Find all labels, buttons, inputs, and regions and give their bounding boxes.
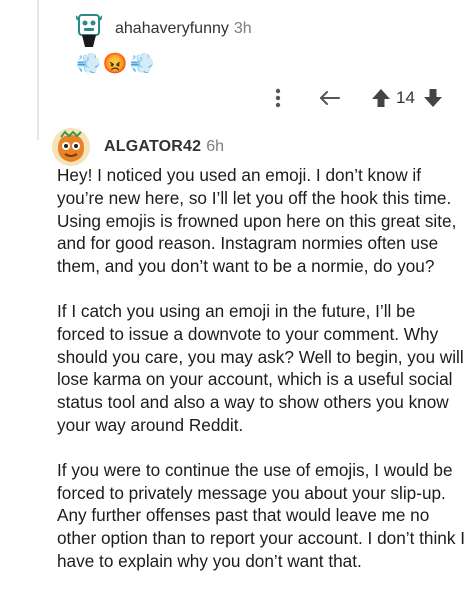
username[interactable]: ahahaveryfunny: [115, 20, 229, 37]
avatar[interactable]: [52, 128, 90, 166]
angry-face-icon: 😡: [102, 53, 128, 75]
username[interactable]: ALGATOR42: [104, 138, 201, 155]
comment-actions: 14: [266, 86, 444, 110]
timestamp: 6h: [206, 138, 225, 155]
upvote-icon[interactable]: [370, 87, 392, 109]
comment-header: ALGATOR42 6h: [104, 138, 224, 156]
vote-score: 14: [396, 88, 415, 107]
parent-comment: ahahaveryfunny 3h 💨 😡 💨 14: [0, 0, 474, 126]
comment-body: 💨 😡 💨: [76, 52, 155, 76]
reply-icon[interactable]: [318, 86, 342, 110]
dash-icon: 💨: [76, 53, 101, 75]
comment-body: Hey! I noticed you used an emoji. I don’…: [57, 164, 467, 595]
avatar[interactable]: [75, 14, 103, 48]
downvote-icon[interactable]: [422, 87, 444, 109]
timestamp: 3h: [233, 20, 252, 37]
more-options-icon[interactable]: [266, 86, 290, 110]
reply-comment: ALGATOR42 6h Hey! I noticed you used an e…: [0, 126, 474, 571]
comment-paragraph: If I catch you using an emoji in the fut…: [57, 300, 464, 435]
dash-icon: 💨: [129, 53, 155, 75]
comment-paragraph: If you were to continue the use of emoji…: [57, 459, 465, 571]
comment-paragraph: Hey! I noticed you used an emoji. I don’…: [57, 165, 457, 277]
comment-header: ahahaveryfunny 3h: [115, 20, 252, 38]
